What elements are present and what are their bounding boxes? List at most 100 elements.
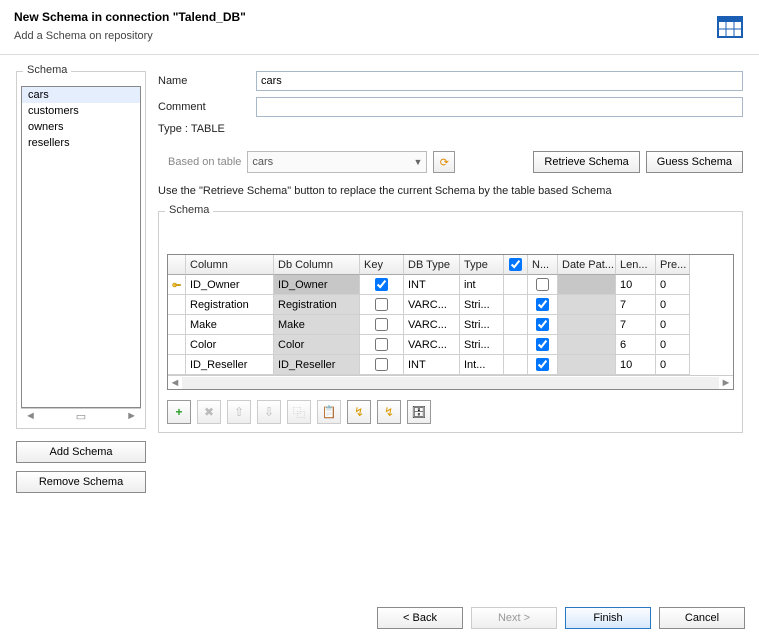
move-down-button[interactable]: ⇩ [257, 400, 281, 424]
cell-column[interactable]: ID_Owner [186, 275, 274, 295]
schema-item-owners[interactable]: owners [22, 119, 140, 135]
import-button[interactable]: ↯ [347, 400, 371, 424]
cell-datepat[interactable] [558, 355, 616, 375]
cell-nullable[interactable] [528, 335, 558, 355]
list-scrollbar[interactable]: ◄▭► [21, 408, 141, 424]
cell-key[interactable] [360, 335, 404, 355]
based-on-combo[interactable]: cars ▼ [247, 151, 427, 173]
cell-len[interactable]: 10 [616, 355, 656, 375]
schema-list-legend: Schema [23, 64, 71, 76]
cell-pre[interactable]: 0 [656, 335, 690, 355]
cell-dbtype[interactable]: VARC... [404, 295, 460, 315]
cell-key[interactable] [360, 355, 404, 375]
cell-type[interactable]: Stri... [460, 335, 504, 355]
add-column-button[interactable]: + [167, 400, 191, 424]
col-nullable-all[interactable] [504, 255, 528, 275]
cell-key[interactable] [360, 295, 404, 315]
back-button[interactable]: < Back [377, 607, 463, 629]
col-dbcolumn[interactable]: Db Column [274, 255, 360, 275]
cell-column[interactable]: Make [186, 315, 274, 335]
cell-dbtype[interactable]: INT [404, 355, 460, 375]
cell-column[interactable]: Color [186, 335, 274, 355]
based-on-label: Based on table [168, 156, 241, 168]
cell-type[interactable]: int [460, 275, 504, 295]
delete-column-button[interactable]: ✖ [197, 400, 221, 424]
cell-type[interactable]: Stri... [460, 315, 504, 335]
cell-len[interactable]: 7 [616, 295, 656, 315]
add-schema-button[interactable]: Add Schema [16, 441, 146, 463]
export-button[interactable]: ↯ [377, 400, 401, 424]
row-keyicon [168, 335, 186, 355]
col-pre[interactable]: Pre... [656, 255, 690, 275]
row-keyicon [168, 275, 186, 295]
cell-datepat[interactable] [558, 315, 616, 335]
paste-button[interactable]: 📋 [317, 400, 341, 424]
comment-input[interactable] [256, 97, 743, 117]
schema-list[interactable]: cars customers owners resellers [21, 86, 141, 408]
guess-schema-button[interactable]: Guess Schema [646, 151, 743, 173]
cell-pre[interactable]: 0 [656, 295, 690, 315]
chevron-down-icon: ▼ [413, 157, 422, 167]
col-len[interactable]: Len... [616, 255, 656, 275]
db-button[interactable]: 🗄 [407, 400, 431, 424]
refresh-icon: ⟳ [440, 156, 449, 169]
cell-nullable[interactable] [528, 275, 558, 295]
retrieve-schema-button[interactable]: Retrieve Schema [533, 151, 639, 173]
dialog-footer: < Back Next > Finish Cancel [377, 607, 745, 629]
col-key[interactable]: Key [360, 255, 404, 275]
name-input[interactable] [256, 71, 743, 91]
col-type[interactable]: Type [460, 255, 504, 275]
schema-group: Schema Column Db Column Key DB Type Type… [158, 211, 743, 433]
cell-dbcolumn[interactable]: Make [274, 315, 360, 335]
cell-dbcolumn[interactable]: Color [274, 335, 360, 355]
cell-pre[interactable]: 0 [656, 355, 690, 375]
cell-nullable[interactable] [528, 315, 558, 335]
row-keyicon [168, 295, 186, 315]
cell-dbtype[interactable]: VARC... [404, 315, 460, 335]
cell-type[interactable]: Stri... [460, 295, 504, 315]
finish-button[interactable]: Finish [565, 607, 651, 629]
cell-pre[interactable]: 0 [656, 315, 690, 335]
cancel-button[interactable]: Cancel [659, 607, 745, 629]
schema-item-resellers[interactable]: resellers [22, 135, 140, 151]
cell-nullable[interactable] [528, 355, 558, 375]
cell-nulpad [504, 295, 528, 315]
cell-nulpad [504, 355, 528, 375]
cell-dbtype[interactable]: VARC... [404, 335, 460, 355]
schema-item-cars[interactable]: cars [22, 87, 140, 103]
cell-dbtype[interactable]: INT [404, 275, 460, 295]
move-up-button[interactable]: ⇧ [227, 400, 251, 424]
cell-len[interactable]: 7 [616, 315, 656, 335]
cell-dbcolumn[interactable]: ID_Reseller [274, 355, 360, 375]
refresh-button[interactable]: ⟳ [433, 151, 455, 173]
schema-table[interactable]: Column Db Column Key DB Type Type N... D… [167, 254, 734, 390]
cell-column[interactable]: Registration [186, 295, 274, 315]
col-keyicon[interactable] [168, 255, 186, 275]
cell-nullable[interactable] [528, 295, 558, 315]
cell-datepat[interactable] [558, 295, 616, 315]
copy-button[interactable]: ⿻ [287, 400, 311, 424]
cell-len[interactable]: 10 [616, 275, 656, 295]
schema-item-customers[interactable]: customers [22, 103, 140, 119]
cell-datepat[interactable] [558, 335, 616, 355]
dialog-subtitle: Add a Schema on repository [14, 30, 745, 42]
col-datepat[interactable]: Date Pat... [558, 255, 616, 275]
col-dbtype[interactable]: DB Type [404, 255, 460, 275]
table-horizontal-scrollbar[interactable]: ◄ ► [168, 375, 733, 389]
cell-key[interactable] [360, 275, 404, 295]
schema-toolbar: + ✖ ⇧ ⇩ ⿻ 📋 ↯ ↯ 🗄 [167, 400, 734, 424]
cell-pre[interactable]: 0 [656, 275, 690, 295]
cell-len[interactable]: 6 [616, 335, 656, 355]
next-button[interactable]: Next > [471, 607, 557, 629]
cell-key[interactable] [360, 315, 404, 335]
cell-dbcolumn[interactable]: ID_Owner [274, 275, 360, 295]
col-nullable[interactable]: N... [528, 255, 558, 275]
col-column[interactable]: Column [186, 255, 274, 275]
cell-column[interactable]: ID_Reseller [186, 355, 274, 375]
cell-dbcolumn[interactable]: Registration [274, 295, 360, 315]
type-label: Type : TABLE [158, 123, 225, 135]
cell-datepat[interactable] [558, 275, 616, 295]
name-label: Name [158, 75, 256, 87]
remove-schema-button[interactable]: Remove Schema [16, 471, 146, 493]
cell-type[interactable]: Int... [460, 355, 504, 375]
